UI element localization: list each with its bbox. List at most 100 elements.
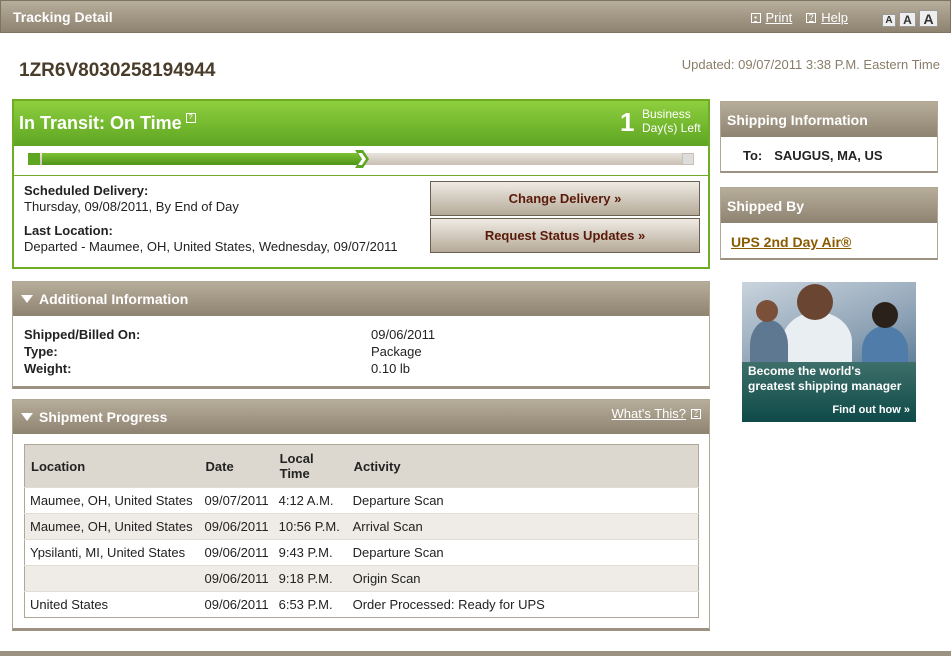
ad-headline-line1: Become the world's [748,364,861,378]
cell-time: 4:12 A.M. [273,487,348,514]
cell-time: 10:56 P.M. [273,513,348,540]
column-header-date: Date [199,444,274,488]
cell-time: 9:18 P.M. [273,565,348,592]
column-header-activity: Activity [347,444,699,488]
cell-date: 09/06/2011 [199,513,274,540]
status-header: In Transit: On Time? 1 Business Day(s) L… [14,101,708,146]
updated-timestamp: Updated: 09/07/2011 3:38 P.M. Eastern Ti… [681,57,940,72]
last-location-label: Last Location: [24,223,113,238]
shipment-progress-section: Shipment Progress What's This? ? Locatio… [12,399,710,631]
progress-arrow-icon [355,150,369,168]
column-header-local-time: Local Time [273,444,348,488]
request-status-updates-button[interactable]: Request Status Updates » [430,218,700,253]
last-location-value: Departed - Maumee, OH, United States, We… [24,239,398,254]
print-link[interactable]: ▪ Print [750,10,793,25]
bottom-border [0,651,951,656]
cell-location: Maumee, OH, United States [24,487,200,514]
ad-background-head [756,300,778,322]
status-help-icon[interactable]: ? [185,113,196,123]
cell-date: 09/07/2011 [199,487,274,514]
shipping-information-header: Shipping Information [721,102,937,137]
status-panel: In Transit: On Time? 1 Business Day(s) L… [12,99,710,269]
help-label: Help [821,10,848,25]
shipping-information-box: Shipping Information To: SAUGUS, MA, US [720,101,938,173]
shipping-information-title: Shipping Information [727,112,868,128]
font-size-controls: A A A [882,10,938,27]
additional-information-section: Additional Information Shipped/Billed On… [12,281,710,389]
cell-time: 9:43 P.M. [273,539,348,566]
cell-activity: Order Processed: Ready for UPS [347,591,699,618]
cell-location: Ypsilanti, MI, United States [24,539,200,566]
days-left-label-line2: Day(s) Left [642,121,701,135]
cell-date: 09/06/2011 [199,591,274,618]
scheduled-delivery-value: Thursday, 09/08/2011, By End of Day [24,199,239,214]
service-level-link[interactable]: UPS 2nd Day Air® [731,234,851,250]
header-bar: Tracking Detail ▪ Print ? Help A A A [0,0,951,33]
ad-headline-line2: greatest shipping manager [748,379,902,393]
shipment-progress-header[interactable]: Shipment Progress What's This? ? [13,400,709,434]
ship-to-label: To: [743,148,763,163]
header-links: ▪ Print ? Help [750,10,848,25]
progress-start-marker [28,153,40,165]
table-row: United States 09/06/2011 6:53 P.M. Order… [24,591,699,618]
status-title-text: In Transit: On Time [19,113,182,133]
table-row: Maumee, OH, United States 09/07/2011 4:1… [24,487,699,514]
type-value: Package [371,344,422,359]
days-left-label: Business Day(s) Left [642,107,701,135]
whats-this-help-icon: ? [691,408,701,419]
cell-location: Maumee, OH, United States [24,513,200,540]
column-header-location: Location [24,444,200,488]
days-left-count: 1 [620,107,635,137]
table-header-row: Location Date Local Time Activity [24,444,699,488]
cell-activity: Departure Scan [347,487,699,514]
shipment-progress-title: Shipment Progress [39,409,168,425]
shipment-progress-table: Location Date Local Time Activity Maumee… [24,444,699,618]
additional-information-title: Additional Information [39,291,189,307]
ad-headline: Become the world's greatest shipping man… [748,364,901,394]
weight-value: 0.10 lb [371,361,411,376]
page-title: Tracking Detail [13,9,113,25]
table-row: 09/06/2011 9:18 P.M. Origin Scan [24,565,699,592]
cell-date: 09/06/2011 [199,539,274,566]
cell-location: United States [24,591,200,618]
advertisement-banner[interactable]: Become the world's greatest shipping man… [742,282,916,422]
shipped-by-box: Shipped By UPS 2nd Day Air® [720,187,938,260]
help-link[interactable]: ? Help [806,10,848,25]
whats-this-link[interactable]: What's This? ? [611,406,701,421]
ad-cta[interactable]: Find out how » [832,404,910,416]
help-icon: ? [806,12,817,23]
shipped-by-header: Shipped By [721,188,937,223]
cell-location [24,565,200,592]
collapse-triangle-icon[interactable] [21,413,33,421]
ad-person-head [797,284,833,320]
shipped-billed-value: 09/06/2011 [371,327,436,342]
weight-label: Weight: [24,361,72,376]
cell-date: 09/06/2011 [199,565,274,592]
cell-activity: Origin Scan [347,565,699,592]
ship-to: To: SAUGUS, MA, US [731,148,883,163]
cell-activity: Departure Scan [347,539,699,566]
print-label: Print [765,10,793,25]
additional-information-header[interactable]: Additional Information [13,282,709,316]
days-left-label-line1: Business [642,107,691,121]
tracking-number: 1ZR6V8030258194944 [19,60,216,81]
print-icon: ▪ [750,12,761,23]
cell-time: 6:53 P.M. [273,591,348,618]
ad-worker-head [872,302,898,328]
change-delivery-button[interactable]: Change Delivery » [430,181,700,216]
collapse-triangle-icon[interactable] [21,295,33,303]
progress-fill [42,153,361,165]
progress-end-marker [682,153,694,165]
ship-to-value: SAUGUS, MA, US [774,148,883,163]
font-size-large-button[interactable]: A [919,10,938,27]
type-label: Type: [24,344,58,359]
status-title: In Transit: On Time? [19,113,196,134]
table-row: Ypsilanti, MI, United States 09/06/2011 … [24,539,699,566]
font-size-medium-button[interactable]: A [899,12,916,27]
shipped-by-title: Shipped By [727,198,805,214]
font-size-small-button[interactable]: A [882,14,896,27]
scheduled-delivery-label: Scheduled Delivery: [24,183,149,198]
cell-activity: Arrival Scan [347,513,699,540]
status-divider [14,175,708,176]
whats-this-label: What's This? [611,406,687,421]
